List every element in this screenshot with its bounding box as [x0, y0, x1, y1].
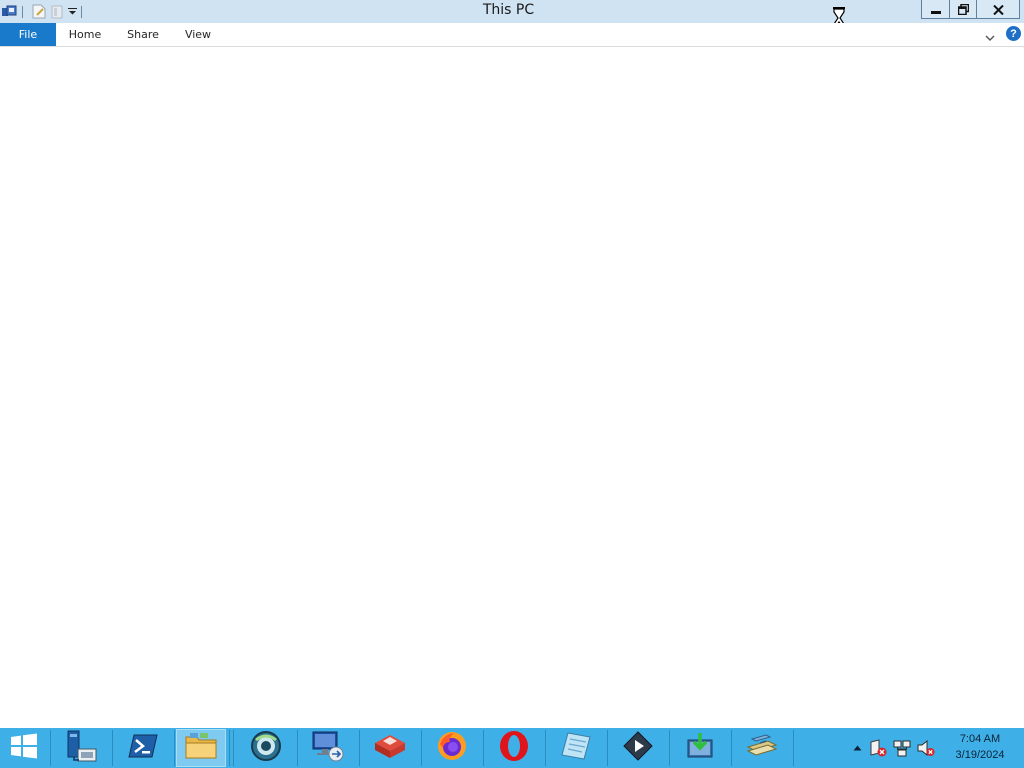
powershell-icon — [128, 733, 158, 763]
taskbar-divider — [233, 730, 234, 766]
download-manager-icon — [685, 732, 715, 764]
restore-button[interactable] — [949, 0, 976, 19]
close-button[interactable] — [976, 0, 1020, 19]
taskbar: 7:04 AM 3/19/2024 — [0, 728, 1024, 768]
action-center-icon[interactable] — [866, 739, 890, 757]
restore-icon — [957, 0, 969, 19]
taskbar-divider — [731, 730, 732, 766]
taskbar-app-toolbox[interactable] — [361, 729, 419, 767]
system-tray — [848, 728, 938, 768]
file-transfer-icon — [746, 733, 778, 763]
taskbar-app-file-explorer[interactable] — [176, 729, 226, 767]
title-bar: This PC — [0, 0, 1024, 29]
taskbar-clock[interactable]: 7:04 AM 3/19/2024 — [946, 731, 1014, 763]
taskbar-app-powershell[interactable] — [114, 729, 172, 767]
volume-muted-icon[interactable] — [914, 739, 938, 757]
taskbar-app-remote-desktop[interactable] — [299, 729, 357, 767]
tab-file[interactable]: File — [0, 23, 56, 46]
taskbar-divider — [669, 730, 670, 766]
clock-time: 7:04 AM — [959, 733, 1001, 745]
remote-desktop-icon — [311, 730, 345, 766]
taskbar-divider — [545, 730, 546, 766]
taskbar-app-firefox[interactable] — [423, 729, 481, 767]
taskbar-divider — [229, 730, 230, 766]
explorer-content-area[interactable] — [0, 47, 1024, 728]
tab-share[interactable]: Share — [118, 23, 168, 46]
help-icon[interactable]: ? — [1006, 26, 1021, 41]
taskbar-app-media-player[interactable] — [609, 729, 667, 767]
notepad-icon — [560, 731, 592, 765]
taskbar-app-notepad[interactable] — [547, 729, 605, 767]
opera-icon — [498, 730, 530, 766]
show-hidden-icons-icon[interactable] — [848, 745, 866, 751]
toolbox-app-icon — [373, 733, 407, 763]
taskbar-divider — [421, 730, 422, 766]
taskbar-divider — [174, 730, 175, 766]
tab-home[interactable]: Home — [60, 23, 110, 46]
firefox-icon — [436, 730, 468, 766]
server-manager-icon — [64, 729, 98, 767]
taskbar-app-server-manager[interactable] — [52, 729, 110, 767]
taskbar-app-file-transfer[interactable] — [733, 729, 791, 767]
taskbar-divider — [359, 730, 360, 766]
taskbar-divider — [607, 730, 608, 766]
minimize-button[interactable] — [921, 0, 949, 19]
taskbar-divider — [112, 730, 113, 766]
start-button[interactable] — [0, 729, 48, 767]
tab-view[interactable]: View — [175, 23, 221, 46]
clock-date: 3/19/2024 — [955, 749, 1005, 761]
ribbon-tab-bar: File Home Share View ? — [0, 23, 1024, 47]
start-windows-icon — [10, 733, 38, 763]
taskbar-divider — [50, 730, 51, 766]
expand-ribbon-chevron-icon[interactable] — [984, 28, 996, 47]
taskbar-divider — [297, 730, 298, 766]
file-explorer-icon — [185, 732, 217, 764]
network-icon[interactable] — [890, 739, 914, 757]
taskbar-divider — [793, 730, 794, 766]
media-player-icon — [623, 731, 653, 765]
network-globe-icon — [250, 730, 282, 766]
taskbar-app-download-manager[interactable] — [671, 729, 729, 767]
taskbar-divider — [483, 730, 484, 766]
window-title: This PC — [482, 2, 535, 18]
close-icon — [992, 0, 1004, 19]
taskbar-app-network-globe[interactable] — [237, 729, 295, 767]
minimize-icon — [930, 0, 941, 19]
taskbar-app-opera[interactable] — [485, 729, 543, 767]
